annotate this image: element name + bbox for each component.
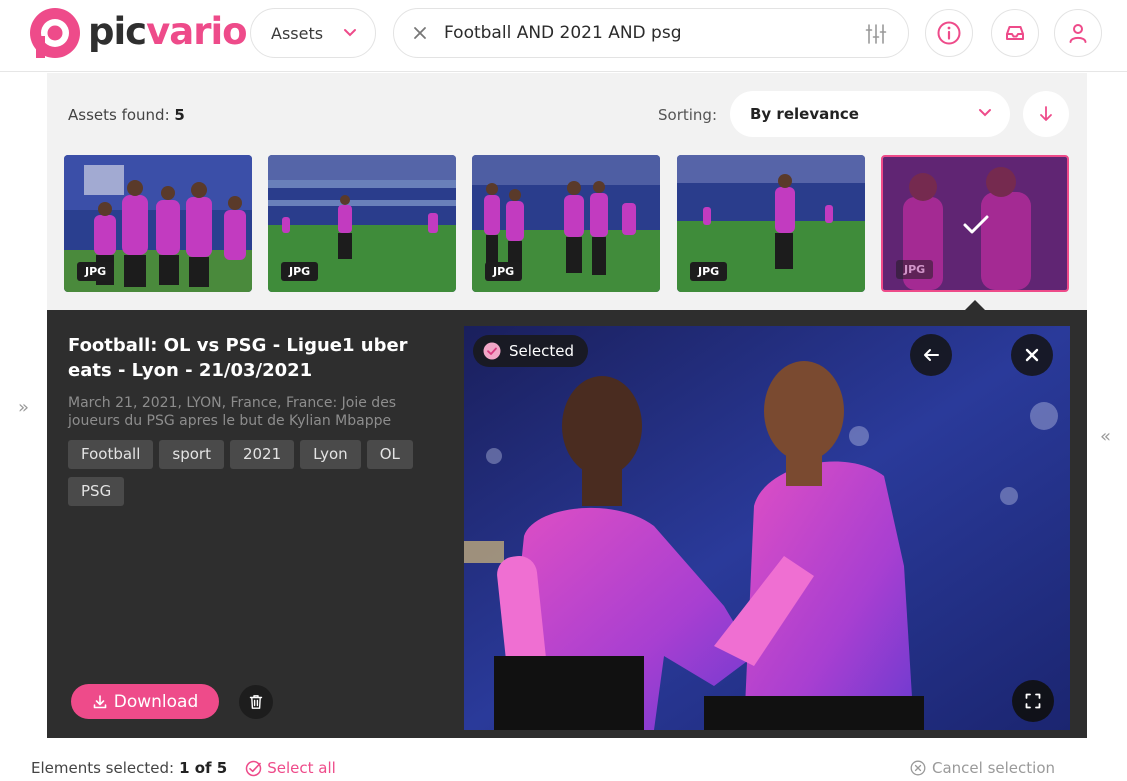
select-all-label: Select all — [267, 759, 336, 777]
cancel-selection-button[interactable]: Cancel selection — [910, 759, 1055, 777]
file-type-badge: JPG — [281, 262, 319, 281]
chevron-down-icon — [344, 29, 356, 37]
info-button[interactable] — [925, 9, 973, 57]
assets-found-count: 5 — [174, 106, 185, 124]
picvario-logo[interactable]: picvario — [30, 8, 248, 58]
tag-chip[interactable]: Football — [68, 440, 154, 469]
selection-status-label: Elements selected: — [31, 759, 175, 777]
selected-badge-label: Selected — [509, 342, 575, 360]
asset-thumbnail-5[interactable]: JPG — [881, 155, 1069, 292]
download-icon — [93, 694, 107, 708]
sort-direction-button[interactable] — [1023, 91, 1069, 137]
assets-found-label: Assets found: — [68, 106, 170, 124]
asset-preview-image[interactable] — [464, 326, 1070, 730]
clear-search-icon[interactable] — [412, 25, 428, 41]
cancel-selection-label: Cancel selection — [932, 759, 1056, 777]
scope-select-value: Assets — [271, 23, 324, 43]
detail-pointer — [965, 300, 985, 310]
user-profile-button[interactable] — [1054, 9, 1102, 57]
selection-status-value: 1 of 5 — [179, 759, 228, 777]
selection-status: Elements selected: 1 of 5 Select all — [31, 759, 336, 777]
sorting-select-value: By relevance — [750, 105, 859, 123]
search-bar — [393, 8, 909, 58]
chevron-down-icon — [979, 109, 991, 117]
select-all-button[interactable]: Select all — [245, 759, 336, 777]
checkmark-icon — [963, 215, 989, 234]
close-icon — [1025, 348, 1039, 362]
logo-text-part2: vario — [146, 9, 247, 53]
close-preview-button[interactable] — [1011, 334, 1053, 376]
asset-description: March 21, 2021, LYON, France, France: Jo… — [68, 395, 397, 429]
top-header: picvario Assets — [0, 0, 1127, 72]
inbox-button[interactable] — [991, 9, 1039, 57]
assets-found-counter: Assets found: 5 — [68, 106, 185, 124]
arrow-left-icon — [924, 349, 939, 361]
download-button[interactable]: Download — [71, 684, 219, 719]
check-circle-icon — [245, 760, 262, 776]
tag-chip[interactable]: sport — [159, 440, 224, 469]
tag-chip[interactable]: OL — [366, 440, 413, 469]
fullscreen-icon — [1025, 693, 1041, 709]
logo-mark-icon — [30, 8, 80, 58]
asset-thumbnail-2[interactable]: JPG — [268, 155, 456, 292]
trash-icon — [249, 695, 263, 709]
logo-text-part1: pic — [88, 9, 147, 53]
previous-asset-button[interactable] — [910, 334, 952, 376]
file-type-badge: JPG — [77, 262, 115, 281]
asset-thumbnail-1[interactable]: JPG — [64, 155, 252, 292]
asset-title: Football: OL vs PSG - Ligue1 uber eats -… — [68, 335, 408, 381]
fullscreen-button[interactable] — [1012, 680, 1054, 722]
sorting-label: Sorting: — [658, 106, 717, 124]
tag-chip[interactable]: 2021 — [229, 440, 295, 469]
asset-thumbnail-4[interactable]: JPG — [677, 155, 865, 292]
cancel-circle-icon — [910, 760, 926, 776]
filter-sliders-icon[interactable] — [864, 22, 888, 46]
user-icon — [1069, 24, 1087, 43]
checked-circle-icon — [483, 342, 501, 360]
logo-text: picvario — [88, 9, 248, 53]
file-type-badge: JPG — [690, 262, 728, 281]
asset-tags: Football sport 2021 Lyon OL PSG — [68, 440, 428, 514]
arrow-down-icon — [1040, 106, 1052, 121]
search-input[interactable] — [444, 23, 844, 43]
scope-select[interactable]: Assets — [250, 8, 376, 58]
preview-photo — [464, 326, 1070, 730]
info-icon — [937, 21, 961, 45]
file-type-badge: JPG — [485, 262, 523, 281]
tag-chip[interactable]: PSG — [68, 477, 125, 506]
expand-right-panel-icon[interactable]: « — [1100, 426, 1111, 447]
inbox-icon — [1006, 26, 1024, 40]
selected-badge[interactable]: Selected — [473, 335, 589, 367]
asset-thumbnail-3[interactable]: JPG — [472, 155, 660, 292]
expand-left-panel-icon[interactable]: » — [18, 397, 29, 418]
sorting-select[interactable]: By relevance — [730, 91, 1010, 137]
download-label: Download — [113, 691, 199, 712]
file-type-badge: JPG — [896, 260, 934, 279]
delete-button[interactable] — [239, 685, 273, 719]
tag-chip[interactable]: Lyon — [300, 440, 361, 469]
